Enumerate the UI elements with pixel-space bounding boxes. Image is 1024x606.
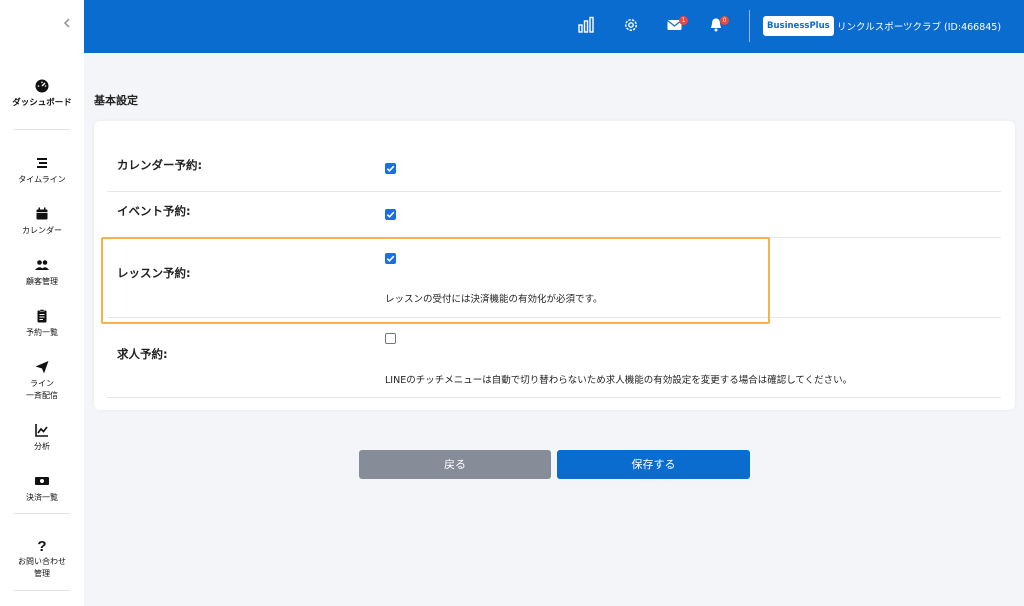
sidebar-item-dashboard[interactable]: ダッシュボード xyxy=(0,78,84,109)
sidebar-item-reservations[interactable]: 予約一覧 xyxy=(0,308,84,339)
bar-chart-icon[interactable] xyxy=(577,16,595,34)
save-button[interactable]: 保存する xyxy=(557,450,750,479)
divider xyxy=(14,129,70,130)
chart-line-icon xyxy=(35,424,48,437)
sidebar-item-label: 決済一覧 xyxy=(26,493,58,502)
plan-badge: BusinessPlus xyxy=(763,16,834,36)
calendar-icon xyxy=(36,207,48,220)
question-icon: ? xyxy=(37,538,46,553)
sidebar-item-calendar[interactable]: カレンダー xyxy=(0,206,84,237)
sidebar-item-label: タイムライン xyxy=(18,175,66,184)
header-divider xyxy=(749,10,750,42)
row-divider xyxy=(107,397,1001,398)
clipboard-icon xyxy=(37,309,47,323)
event-reservation-label: イベント予約: xyxy=(117,204,191,218)
row-divider xyxy=(107,191,1001,192)
users-icon xyxy=(35,260,49,270)
job-reservation-checkbox[interactable] xyxy=(385,333,396,344)
page-title: 基本設定 xyxy=(94,94,138,107)
sidebar-item-label: 一斉配信 xyxy=(26,391,58,400)
event-reservation-checkbox[interactable] xyxy=(385,209,396,220)
sidebar-item-label: ダッシュボード xyxy=(12,98,72,108)
sidebar-item-label: 顧客管理 xyxy=(26,277,58,286)
back-button[interactable]: 戻る xyxy=(359,450,551,479)
sidebar-item-label: カレンダー xyxy=(22,226,62,235)
sidebar-item-label: 分析 xyxy=(34,442,50,451)
sidebar-item-inquiries[interactable]: ? お問い合わせ 管理 xyxy=(0,537,84,580)
sidebar-item-analytics[interactable]: 分析 xyxy=(0,422,84,453)
job-reservation-note: LINEのチッチメニューは自動で切り替わらないため求人機能の有効設定を変更する場… xyxy=(385,375,853,386)
money-icon xyxy=(35,477,49,485)
check-icon xyxy=(386,165,395,172)
sidebar-item-label: お問い合わせ xyxy=(18,557,66,566)
divider xyxy=(14,513,70,514)
mail-count-badge: 1 xyxy=(679,16,688,25)
calendar-reservation-label: カレンダー予約: xyxy=(117,158,203,172)
send-icon xyxy=(35,361,49,374)
divider xyxy=(14,590,70,591)
sidebar-item-payments[interactable]: 決済一覧 xyxy=(0,473,84,504)
check-icon xyxy=(386,211,395,218)
gear-icon[interactable] xyxy=(622,16,640,34)
sidebar-item-customers[interactable]: 顧客管理 xyxy=(0,257,84,288)
chevron-left-icon[interactable] xyxy=(60,16,74,30)
club-name[interactable]: リンクルスポーツクラブ (ID:466845) xyxy=(837,19,1001,33)
sidebar-item-timeline[interactable]: タイムライン xyxy=(0,155,84,186)
svg-text:?: ? xyxy=(37,538,46,553)
sidebar-item-label: ライン xyxy=(30,379,54,388)
speedometer-icon xyxy=(35,79,49,93)
calendar-reservation-checkbox[interactable] xyxy=(385,163,396,174)
sidebar-item-line-broadcast[interactable]: ライン 一斉配信 xyxy=(0,359,84,402)
notification-count-badge: 0 xyxy=(720,16,729,25)
highlight-box xyxy=(101,237,770,324)
job-reservation-label: 求人予約: xyxy=(117,347,168,361)
top-header: 1 0 BusinessPlus リンクルスポーツクラブ (ID:466845) xyxy=(84,0,1024,53)
sidebar: ダッシュボード タイムライン カレンダー 顧客管理 予約一覧 ライン 一斉配信 … xyxy=(0,0,84,606)
sidebar-item-label: 予約一覧 xyxy=(26,328,58,337)
sidebar-item-label: 管理 xyxy=(34,569,50,578)
list-lines-icon xyxy=(37,158,47,168)
